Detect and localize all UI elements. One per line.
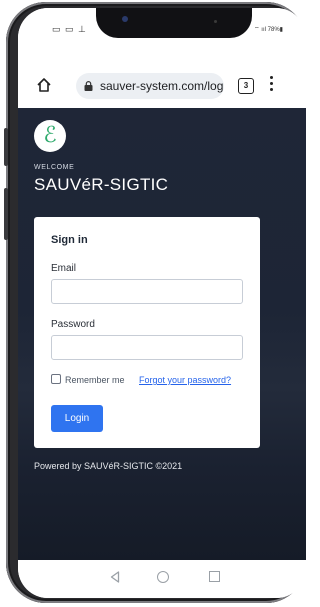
status-bar: ▭ ▭ ⊥ ⌔ ııl 78%▮ [18, 8, 306, 52]
email-label: Email [51, 263, 77, 274]
volume-button [4, 128, 8, 166]
browser-toolbar: sauver-system.com/logi 3 [18, 64, 306, 108]
email-field[interactable] [51, 279, 243, 304]
phone-frame: ▭ ▭ ⊥ ⌔ ııl 78%▮ sauver-system.com/logi … [4, 2, 306, 603]
lock-icon [84, 81, 93, 91]
password-label: Password [51, 319, 95, 330]
more-vert-icon[interactable] [270, 76, 274, 94]
remember-checkbox[interactable] [51, 374, 61, 384]
signin-card: Sign in Email Password Remember me Forgo… [34, 217, 260, 448]
password-field[interactable] [51, 335, 243, 360]
camera-notch [96, 8, 252, 38]
app-logo: ℰ [34, 120, 66, 152]
power-button [4, 188, 8, 240]
status-icons-left: ▭ ▭ ⊥ [52, 24, 87, 34]
back-icon[interactable] [110, 571, 120, 583]
login-button[interactable]: Login [51, 405, 103, 432]
login-page: ℰ WELCOME SAUVéR-SIGTIC Sign in Email Pa… [18, 108, 306, 560]
sensor-icon [214, 20, 217, 23]
welcome-label: WELCOME [34, 164, 75, 171]
powered-by-footer: Powered by SAUVéR-SIGTIC ©2021 [34, 461, 183, 471]
remember-label[interactable]: Remember me [65, 375, 125, 385]
status-icons-right: ⌔ ııl 78%▮ [254, 27, 283, 33]
screen: ▭ ▭ ⊥ ⌔ ııl 78%▮ sauver-system.com/logi … [18, 8, 306, 598]
app-title: SAUVéR-SIGTIC [34, 175, 169, 194]
recents-icon[interactable] [209, 571, 220, 582]
signin-title: Sign in [51, 234, 88, 246]
url-text[interactable]: sauver-system.com/logi [100, 79, 224, 93]
url-bar[interactable]: sauver-system.com/logi [76, 73, 224, 99]
forgot-password-link[interactable]: Forgot your password? [139, 375, 231, 385]
android-nav-bar [18, 560, 306, 598]
camera-icon [122, 16, 128, 22]
home-icon[interactable] [36, 77, 52, 93]
home-circle-icon[interactable] [157, 571, 169, 583]
tabs-icon[interactable]: 3 [238, 78, 254, 94]
